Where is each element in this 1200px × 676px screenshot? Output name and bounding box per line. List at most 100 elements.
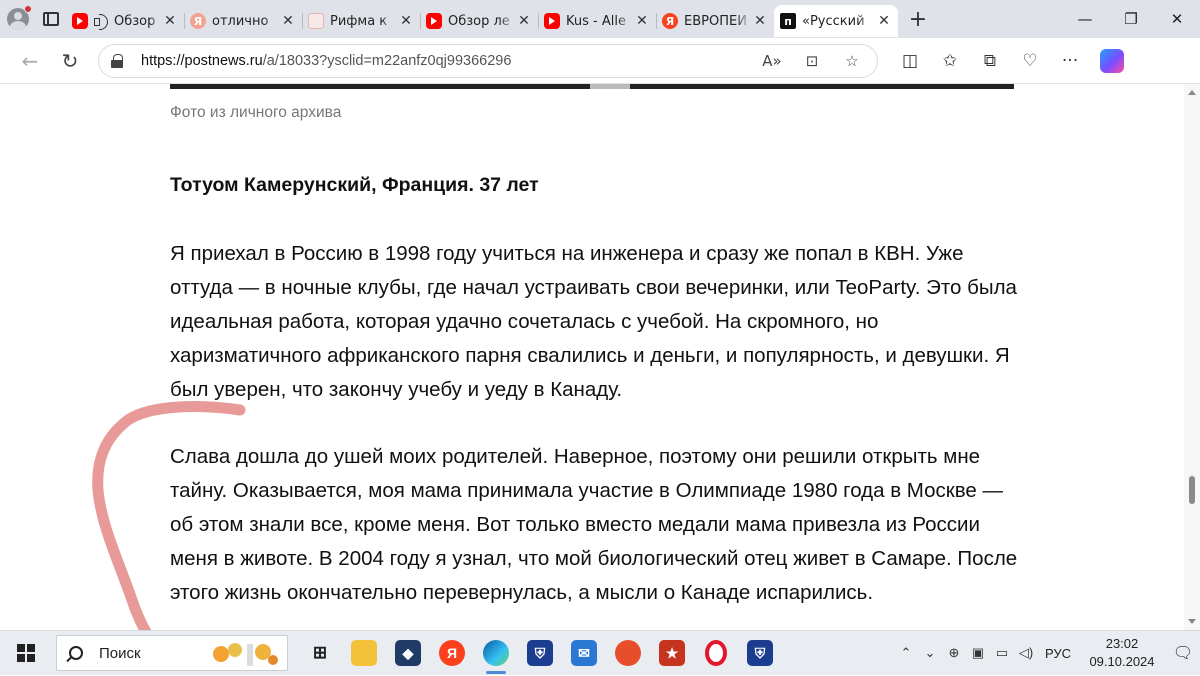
mail-icon: ✉ <box>571 640 597 666</box>
opera-button[interactable] <box>694 631 738 675</box>
pinned-app-button[interactable]: ⛨ <box>518 631 562 675</box>
pinned-app-button[interactable]: ⛨ <box>738 631 782 675</box>
taskbar-apps: ⊞ ◆ Я ⛨ ✉ ★ ⛨ <box>298 631 782 675</box>
favorites-icon[interactable]: ✩ <box>930 51 970 71</box>
search-icon <box>69 646 83 660</box>
task-view-icon: ⊞ <box>312 643 328 662</box>
hidden-icons-icon[interactable]: ⌄ <box>918 645 942 661</box>
tab-actions-button[interactable] <box>36 0 66 38</box>
windows-logo-icon <box>17 644 35 662</box>
windows-taskbar: Поиск ⊞ ◆ Я ⛨ ✉ ★ ⛨ ⌃ ⌄ ⊕ ▣ ▭ ◁) РУС 23:… <box>0 630 1200 675</box>
autumn-leaves-icon <box>213 643 278 666</box>
browser-essentials-icon[interactable]: ♡ <box>1010 51 1050 71</box>
address-bar[interactable]: https://postnews.ru/a/18033?ysclid=m22an… <box>98 43 878 78</box>
clock[interactable]: 23:02 09.10.2024 <box>1078 635 1166 671</box>
tab-2[interactable]: Я отлично ✕ <box>184 5 302 37</box>
youtube-icon <box>544 13 560 29</box>
close-tab-icon[interactable]: ✕ <box>876 13 892 29</box>
scroll-up-icon[interactable] <box>1188 90 1196 95</box>
edge-browser-button[interactable] <box>474 631 518 675</box>
read-aloud-icon[interactable]: A» <box>759 52 785 70</box>
tab-1[interactable]: Обзор ✕ <box>66 5 184 37</box>
search-placeholder: Поиск <box>99 644 141 662</box>
toolbar-actions: ◫ ✩ ⧉ ♡ ··· <box>890 51 1090 71</box>
crest-icon: ⛨ <box>527 640 553 666</box>
volume-icon[interactable]: ◁) <box>1014 645 1038 661</box>
photo-caption: Фото из личного архива <box>170 104 342 121</box>
language-indicator[interactable]: РУС <box>1038 646 1078 661</box>
security-app-button[interactable]: ◆ <box>386 631 430 675</box>
pinned-app-button[interactable] <box>606 631 650 675</box>
file-explorer-button[interactable] <box>342 631 386 675</box>
clock-date: 09.10.2024 <box>1089 654 1155 669</box>
article-subheading: Тотуом Камерунский, Франция. 37 лет <box>170 174 539 196</box>
tab-5[interactable]: Kus - Alle ✕ <box>538 5 656 37</box>
opera-icon <box>705 640 727 666</box>
display-icon[interactable]: ▭ <box>990 645 1014 661</box>
yandex-browser-button[interactable]: Я <box>430 631 474 675</box>
scrollbar-thumb[interactable] <box>1189 476 1195 504</box>
article-photo <box>170 84 1014 89</box>
page-scrollbar[interactable] <box>1184 84 1200 630</box>
browser-toolbar: ← ↻ https://postnews.ru/a/18033?ysclid=m… <box>0 38 1200 84</box>
postnews-icon: п <box>780 13 796 29</box>
speaker-icon[interactable] <box>94 14 110 30</box>
tab-title: Рифма к <box>330 13 388 29</box>
favorite-star-icon[interactable]: ☆ <box>839 52 865 70</box>
network-icon[interactable]: ⊕ <box>942 645 966 661</box>
split-screen-icon[interactable]: ◫ <box>890 51 930 71</box>
meet-now-icon[interactable]: ▣ <box>966 645 990 661</box>
close-tab-icon[interactable]: ✕ <box>634 13 650 29</box>
url-path: /a/18033?ysclid=m22anfz0qj99366296 <box>262 52 512 69</box>
clock-time: 23:02 <box>1105 636 1139 651</box>
yandex-icon: Я <box>190 13 206 29</box>
start-button[interactable] <box>0 631 52 676</box>
tab-title: Kus - Alle <box>566 13 626 29</box>
url-text[interactable]: https://postnews.ru/a/18033?ysclid=m22an… <box>141 53 759 69</box>
edge-icon <box>483 640 509 666</box>
article-paragraph: Слава дошла до ушей моих родителей. Наве… <box>170 445 1018 604</box>
folder-icon <box>351 640 377 666</box>
window-controls: — ❐ ✕ <box>1062 0 1200 38</box>
notification-dot <box>24 5 32 13</box>
tab-title: Обзор ле <box>448 13 510 29</box>
profile-button[interactable] <box>0 0 36 38</box>
yandex-icon: Я <box>662 13 678 29</box>
tab-3[interactable]: Рифма к ✕ <box>302 5 420 37</box>
new-tab-button[interactable]: + <box>898 0 938 38</box>
tab-title: «Русский <box>802 13 865 29</box>
collections-icon[interactable]: ⧉ <box>970 51 1010 71</box>
scroll-down-icon[interactable] <box>1188 619 1196 624</box>
app-icon <box>615 640 641 666</box>
close-tab-icon[interactable]: ✕ <box>516 13 532 29</box>
url-host: https://postnews.ru <box>141 52 263 69</box>
tab-4[interactable]: Обзор ле ✕ <box>420 5 538 37</box>
close-tab-icon[interactable]: ✕ <box>162 13 178 29</box>
close-window-icon[interactable]: ✕ <box>1154 0 1200 38</box>
tab-actions-icon <box>43 12 59 26</box>
tab-title: отлично <box>212 13 269 29</box>
pinned-app-button[interactable]: ★ <box>650 631 694 675</box>
minimize-icon[interactable]: — <box>1062 0 1108 38</box>
article-paragraph: Я приехал в Россию в 1998 году учиться н… <box>170 242 1017 401</box>
close-tab-icon[interactable]: ✕ <box>752 13 768 29</box>
taskbar-search[interactable]: Поиск <box>56 635 288 671</box>
tab-title: Обзор <box>114 13 156 29</box>
copilot-icon[interactable] <box>1100 48 1124 73</box>
tab-6[interactable]: Я ЕВРОПЕЙ ✕ <box>656 5 774 37</box>
tab-7-active[interactable]: п «Русский ✕ <box>774 5 898 37</box>
shield-icon: ◆ <box>395 640 421 666</box>
notifications-icon[interactable]: 🗨 <box>1166 643 1200 663</box>
address-bar-actions: A» ⊡ ☆ <box>759 52 865 70</box>
close-tab-icon[interactable]: ✕ <box>280 13 296 29</box>
chevron-up-icon[interactable]: ⌃ <box>894 645 918 661</box>
more-menu-icon[interactable]: ··· <box>1050 51 1090 71</box>
app-install-icon[interactable]: ⊡ <box>799 52 825 70</box>
mail-button[interactable]: ✉ <box>562 631 606 675</box>
refresh-button[interactable]: ↻ <box>50 41 90 81</box>
close-tab-icon[interactable]: ✕ <box>398 13 414 29</box>
back-button[interactable]: ← <box>10 41 50 81</box>
task-view-button[interactable]: ⊞ <box>298 631 342 675</box>
restore-icon[interactable]: ❐ <box>1108 0 1154 38</box>
lock-icon[interactable] <box>111 53 123 68</box>
